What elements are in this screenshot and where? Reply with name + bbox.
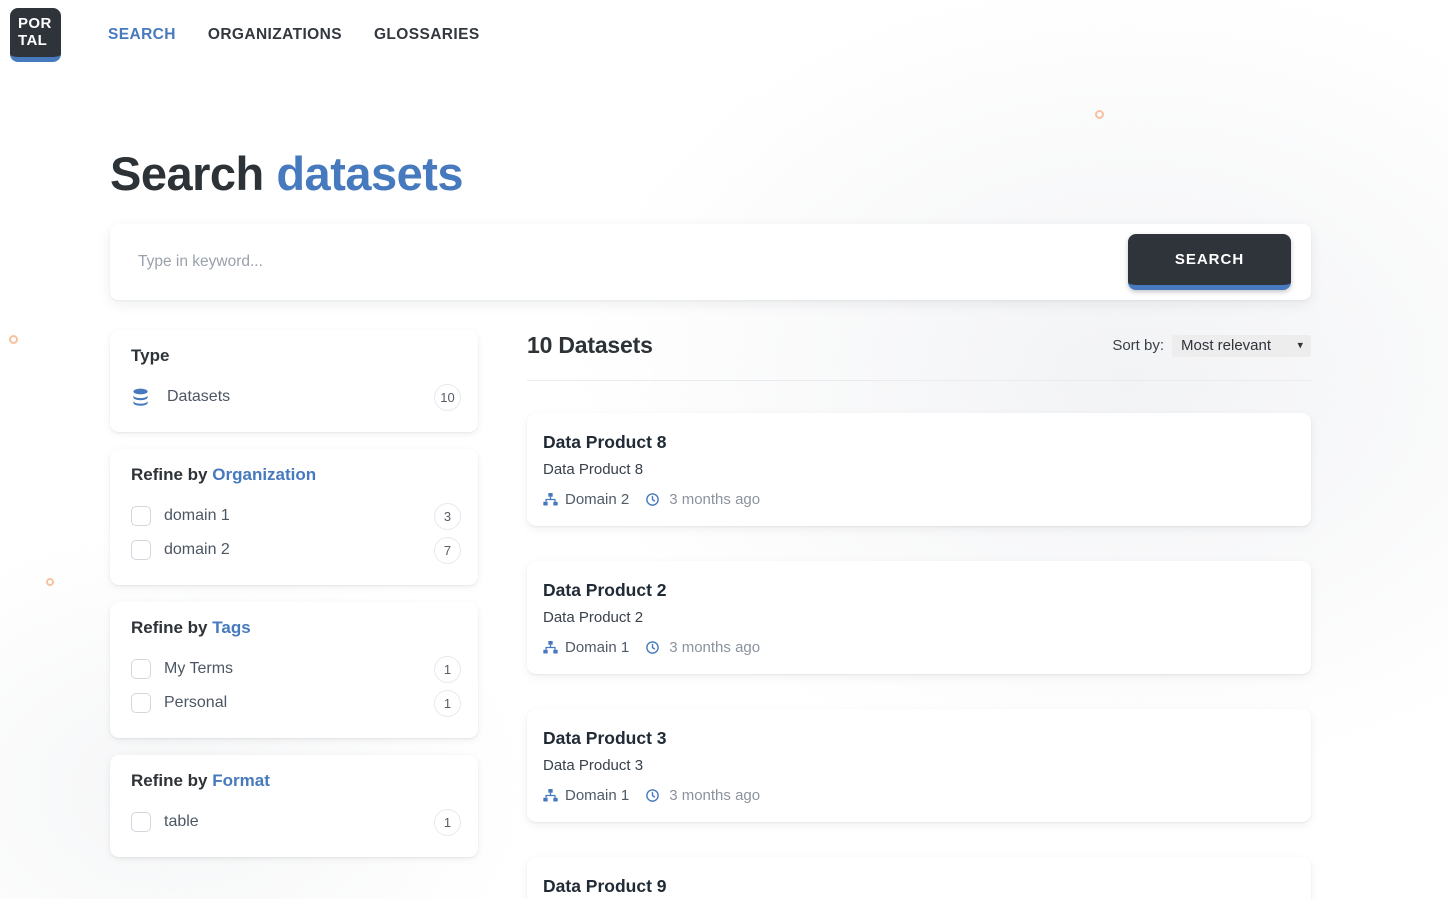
facet-row-datasets[interactable]: Datasets 10 xyxy=(131,380,461,414)
count-badge-domain-2: 7 xyxy=(434,537,461,564)
dataset-card-updated: 3 months ago xyxy=(669,491,760,508)
dataset-card-description: Data Product 2 xyxy=(543,609,1293,626)
logo-line-1: POR xyxy=(18,16,61,33)
dataset-card-description: Data Product 3 xyxy=(543,757,1293,774)
results-header: 10 Datasets Sort by: Most relevant ▾ xyxy=(527,332,1311,359)
panel-title-highlight: Organization xyxy=(212,465,316,484)
count-badge-table: 1 xyxy=(434,809,461,836)
facet-row-domain-2: domain 2 7 xyxy=(131,533,461,567)
sort-select[interactable]: Most relevant xyxy=(1172,335,1311,357)
logo-line-2: TAL xyxy=(18,33,61,50)
count-badge-my-terms: 1 xyxy=(434,656,461,683)
page-title-highlight: datasets xyxy=(276,147,463,200)
page-title: Search datasets xyxy=(110,146,1311,201)
checkbox-domain-1[interactable] xyxy=(131,506,151,526)
panel-title-prefix: Refine by xyxy=(131,618,208,637)
clock-icon xyxy=(645,788,660,803)
count-badge-datasets: 10 xyxy=(434,384,461,411)
dataset-card-title[interactable]: Data Product 2 xyxy=(543,580,1293,601)
dataset-card-title[interactable]: Data Product 8 xyxy=(543,432,1293,453)
dataset-card-meta: Domain 2 3 months ago xyxy=(543,491,1293,508)
results-count-heading: 10 Datasets xyxy=(527,332,653,359)
facet-row-table: table 1 xyxy=(131,805,461,839)
tags-panel: Refine by Tags My Terms 1 Personal 1 xyxy=(110,602,478,738)
type-panel-title: Type xyxy=(131,346,461,366)
facet-label-domain-2[interactable]: domain 2 xyxy=(164,541,230,559)
checkbox-my-terms[interactable] xyxy=(131,659,151,679)
dataset-card-description: Data Product 8 xyxy=(543,461,1293,478)
dataset-card[interactable]: Data Product 8 Data Product 8 Domain 2 3… xyxy=(527,413,1311,526)
results-divider xyxy=(527,380,1311,381)
dataset-card-domain[interactable]: Domain 1 xyxy=(565,639,629,656)
type-panel: Type Datasets 10 xyxy=(110,330,478,432)
search-button[interactable]: SEARCH xyxy=(1128,234,1291,290)
dataset-card[interactable]: Data Product 3 Data Product 3 Domain 1 3… xyxy=(527,709,1311,822)
portal-logo[interactable]: POR TAL xyxy=(10,8,61,62)
panel-title-prefix: Refine by xyxy=(131,465,208,484)
sitemap-icon xyxy=(543,640,558,655)
dataset-card-updated: 3 months ago xyxy=(669,787,760,804)
page-content: Search datasets SEARCH Type Datasets 10 xyxy=(110,0,1311,899)
organization-panel-title: Refine by Organization xyxy=(131,465,461,485)
dataset-card-title[interactable]: Data Product 3 xyxy=(543,728,1293,749)
results-section: 10 Datasets Sort by: Most relevant ▾ Dat… xyxy=(527,330,1311,899)
sort-area: Sort by: Most relevant ▾ xyxy=(1112,335,1311,357)
facet-sidebar: Type Datasets 10 Refine by Organization xyxy=(110,330,478,899)
confetti-circle xyxy=(46,578,54,586)
clock-icon xyxy=(645,492,660,507)
organization-panel: Refine by Organization domain 1 3 domain… xyxy=(110,449,478,585)
facet-label-personal[interactable]: Personal xyxy=(164,694,227,712)
dataset-card-meta: Domain 1 3 months ago xyxy=(543,787,1293,804)
checkbox-personal[interactable] xyxy=(131,693,151,713)
panel-title-highlight: Tags xyxy=(212,618,250,637)
dataset-card-title[interactable]: Data Product 9 xyxy=(543,876,1293,897)
tags-panel-title: Refine by Tags xyxy=(131,618,461,638)
facet-label-my-terms[interactable]: My Terms xyxy=(164,660,233,678)
confetti-circle xyxy=(9,335,18,344)
panel-title-prefix: Refine by xyxy=(131,771,208,790)
facet-row-my-terms: My Terms 1 xyxy=(131,652,461,686)
content-columns: Type Datasets 10 Refine by Organization xyxy=(110,330,1311,899)
search-bar: SEARCH xyxy=(110,224,1311,300)
sitemap-icon xyxy=(543,492,558,507)
facet-row-domain-1: domain 1 3 xyxy=(131,499,461,533)
facet-label-table[interactable]: table xyxy=(164,813,199,831)
count-badge-personal: 1 xyxy=(434,690,461,717)
dataset-card-domain[interactable]: Domain 1 xyxy=(565,787,629,804)
facet-row-personal: Personal 1 xyxy=(131,686,461,720)
checkbox-table[interactable] xyxy=(131,812,151,832)
dataset-card-meta: Domain 1 3 months ago xyxy=(543,639,1293,656)
clock-icon xyxy=(645,640,660,655)
sort-by-label: Sort by: xyxy=(1112,337,1164,354)
sitemap-icon xyxy=(543,788,558,803)
dataset-card[interactable]: Data Product 2 Data Product 2 Domain 1 3… xyxy=(527,561,1311,674)
format-panel-title: Refine by Format xyxy=(131,771,461,791)
dataset-card-domain[interactable]: Domain 2 xyxy=(565,491,629,508)
dataset-card-updated: 3 months ago xyxy=(669,639,760,656)
checkbox-domain-2[interactable] xyxy=(131,540,151,560)
sort-select-wrap: Most relevant ▾ xyxy=(1172,335,1311,357)
facet-label-domain-1[interactable]: domain 1 xyxy=(164,507,230,525)
count-badge-domain-1: 3 xyxy=(434,503,461,530)
dataset-card[interactable]: Data Product 9 xyxy=(527,857,1311,899)
database-icon xyxy=(131,388,150,407)
panel-title-highlight: Format xyxy=(212,771,270,790)
format-panel: Refine by Format table 1 xyxy=(110,755,478,857)
page-title-prefix: Search xyxy=(110,147,264,200)
facet-label-datasets: Datasets xyxy=(167,388,230,406)
